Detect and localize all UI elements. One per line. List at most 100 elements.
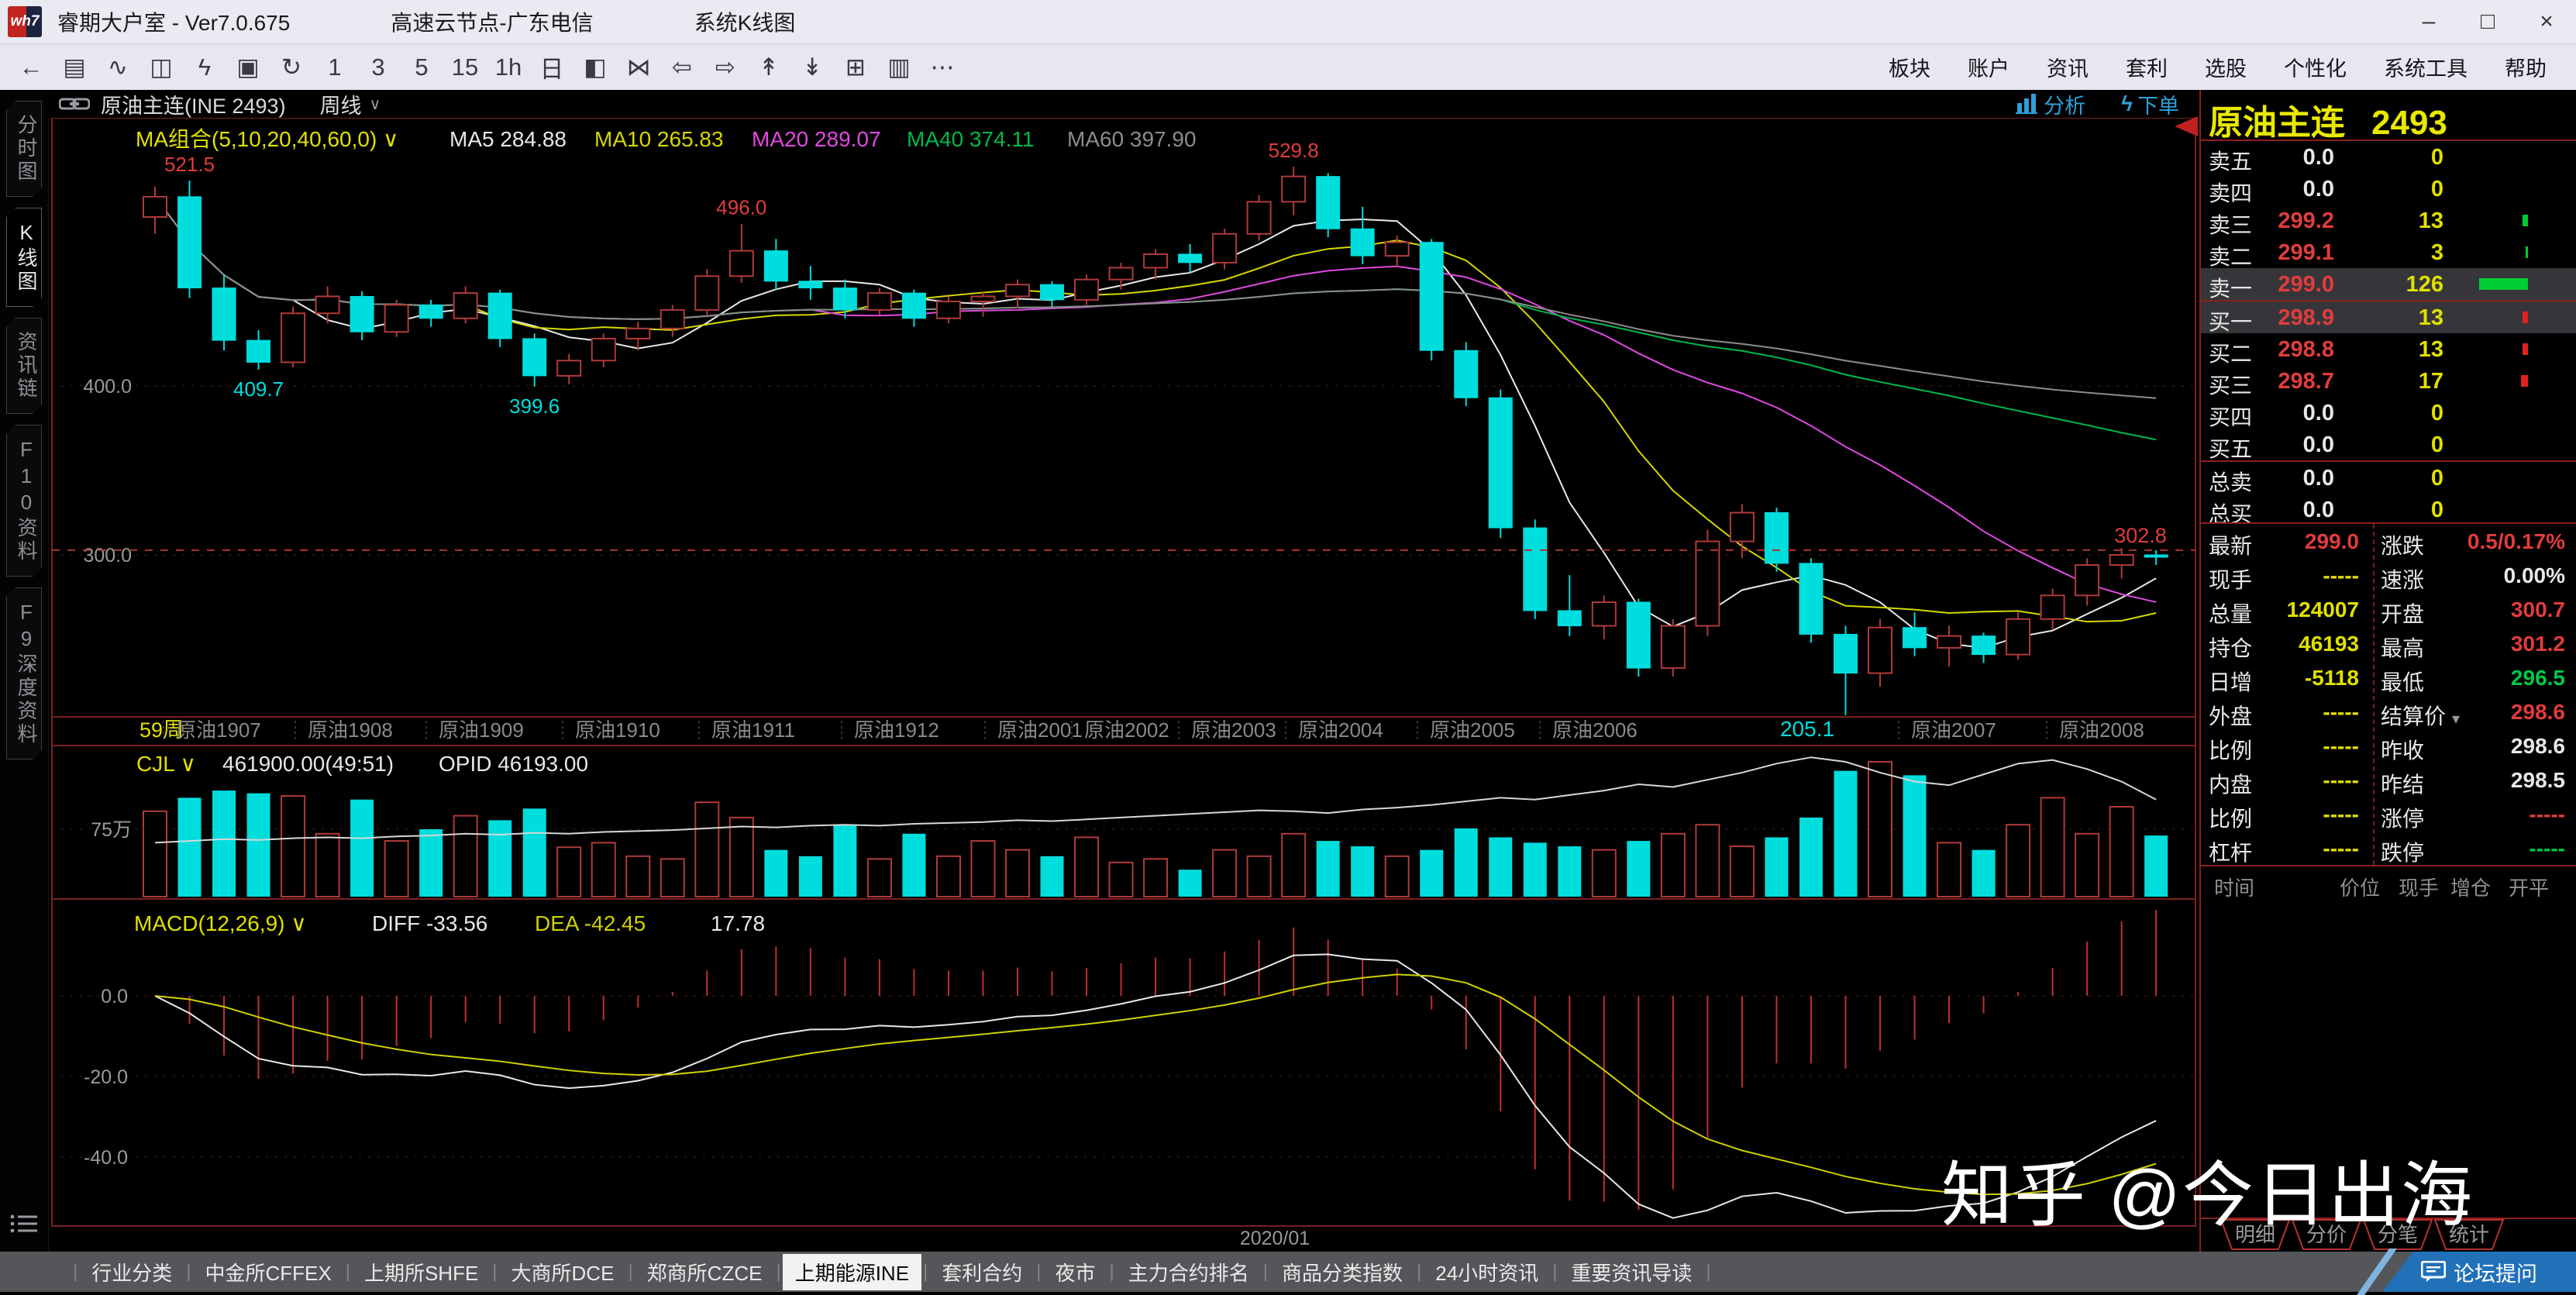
zoom-out-icon[interactable]: ↡ bbox=[790, 49, 834, 86]
book-row[interactable]: 买三298.717 bbox=[2201, 365, 2576, 397]
chart-text: 原油1912 bbox=[854, 718, 939, 742]
kline-chart-canvas[interactable]: 400.0300.0521.5409.7399.6496.0529.8205.1… bbox=[48, 118, 2199, 1252]
book-row-price: 0.0 bbox=[2303, 466, 2334, 491]
flash-order-icon[interactable]: ϟ bbox=[183, 49, 226, 86]
period-15min-button[interactable]: 15 bbox=[443, 49, 487, 86]
save-icon[interactable]: ▣ bbox=[226, 49, 270, 86]
book-row-label: 卖五 bbox=[2209, 145, 2252, 176]
chevron-down-icon[interactable]: ∨ bbox=[370, 95, 381, 114]
book-row-bar bbox=[2523, 343, 2528, 355]
chart-text: 0.0 bbox=[101, 986, 128, 1007]
chart-text: MACD(12,26,9) ∨ bbox=[134, 911, 307, 935]
chart-text: -40.0 bbox=[84, 1147, 128, 1169]
menu-arbitrage[interactable]: 套利 bbox=[2107, 52, 2186, 82]
bottom-tab-重要资讯导读[interactable]: 重要资讯导读 bbox=[1558, 1254, 1704, 1290]
bottom-tab-夜市[interactable]: 夜市 bbox=[1043, 1254, 1108, 1290]
sidebar-tab-f9-depth[interactable]: F9深度资料 bbox=[6, 587, 42, 759]
stat-value: 296.5 bbox=[2511, 666, 2565, 691]
bottom-tab-中金所CFFEX[interactable]: 中金所CFFEX bbox=[192, 1254, 343, 1290]
book-row[interactable]: 总买0.00 bbox=[2201, 494, 2576, 525]
book-row[interactable]: 买四0.00 bbox=[2201, 397, 2576, 429]
cascade-icon[interactable]: ▥ bbox=[877, 49, 921, 86]
book-row[interactable]: 卖五0.00 bbox=[2201, 141, 2576, 173]
bottom-tab-郑商所CZCE[interactable]: 郑商所CZCE bbox=[635, 1254, 775, 1290]
menu-list-icon[interactable] bbox=[9, 1212, 39, 1239]
panel-code: 2493 bbox=[2371, 104, 2447, 142]
sidebar-tab-news-chain[interactable]: 资讯链 bbox=[6, 318, 42, 414]
tab-separator: | bbox=[1415, 1261, 1423, 1283]
chart-text: MA组合(5,10,20,40,60,0) ∨ bbox=[136, 127, 399, 151]
menu-board[interactable]: 板块 bbox=[1870, 52, 1949, 82]
more-icon[interactable]: ⋯ bbox=[921, 49, 964, 86]
bottom-tab-上期所SHFE[interactable]: 上期所SHFE bbox=[352, 1254, 491, 1290]
grid-layout-icon[interactable]: ⊞ bbox=[834, 49, 877, 86]
sidebar-tab-f10[interactable]: F10资料 bbox=[6, 425, 42, 577]
close-button[interactable]: × bbox=[2517, 1, 2576, 43]
compress-icon[interactable]: ◧ bbox=[573, 49, 617, 86]
scroll-left-icon[interactable]: ⇦ bbox=[660, 49, 704, 86]
book-row[interactable]: 卖四0.00 bbox=[2201, 173, 2576, 205]
chart-text: 原油2001 bbox=[997, 718, 1083, 742]
stat-row: 内盘-----昨结298.5 bbox=[2201, 763, 2576, 797]
minimize-button[interactable]: – bbox=[2399, 1, 2458, 43]
period-3min-button[interactable]: 3 bbox=[356, 49, 400, 86]
bottom-tab-套利合约[interactable]: 套利合约 bbox=[929, 1254, 1035, 1290]
bottom-tab-商品分类指数[interactable]: 商品分类指数 bbox=[1269, 1254, 1415, 1290]
stat-label: 杠杆 bbox=[2209, 836, 2252, 867]
book-row[interactable]: 卖二299.13 bbox=[2201, 236, 2576, 268]
tape-column-header: 时间 bbox=[2214, 873, 2254, 901]
period-day-button[interactable]: 日 bbox=[530, 49, 573, 86]
menu-help[interactable]: 帮助 bbox=[2486, 52, 2565, 82]
order-button[interactable]: ϟ 下单 bbox=[2121, 89, 2179, 119]
bottom-tab-行业分类[interactable]: 行业分类 bbox=[79, 1254, 184, 1290]
stat-value: 0.00% bbox=[2504, 563, 2565, 588]
chart-text: OPID 46193.00 bbox=[439, 752, 588, 776]
chart-text: 原油2003 bbox=[1191, 718, 1276, 742]
stat-label: 比例 bbox=[2209, 734, 2252, 765]
link-icon bbox=[59, 95, 90, 112]
quote-list-icon[interactable]: ▤ bbox=[53, 49, 96, 86]
menu-bar: 板块账户资讯套利选股个性化系统工具帮助 bbox=[1870, 52, 2565, 82]
sidebar-tab-time-chart[interactable]: 分时图 bbox=[6, 101, 42, 197]
stat-value: 0.5/0.17% bbox=[2468, 529, 2565, 554]
bottom-tab-24小时资讯[interactable]: 24小时资讯 bbox=[1423, 1254, 1551, 1290]
kline-icon[interactable]: ◫ bbox=[139, 49, 183, 86]
stat-label: 比例 bbox=[2209, 802, 2252, 833]
dropdown-icon[interactable]: ▾ bbox=[2452, 711, 2460, 728]
period-selector[interactable]: 周线 bbox=[320, 89, 362, 119]
menu-system-tools[interactable]: 系统工具 bbox=[2365, 52, 2486, 82]
book-row[interactable]: 买二298.813 bbox=[2201, 333, 2576, 365]
scroll-right-icon[interactable]: ⇨ bbox=[704, 49, 747, 86]
back-icon[interactable]: ← bbox=[9, 49, 53, 86]
book-row[interactable]: 卖一299.0126 bbox=[2201, 268, 2576, 300]
menu-account[interactable]: 账户 bbox=[1949, 52, 2028, 82]
period-1hour-button[interactable]: 1h bbox=[487, 49, 530, 86]
stat-label: 总量 bbox=[2209, 598, 2252, 629]
time-share-icon[interactable]: ∿ bbox=[96, 49, 139, 86]
chart-text: 原油1908 bbox=[308, 718, 393, 742]
sidebar-tab-kline[interactable]: K线图 bbox=[6, 208, 42, 307]
period-5min-button[interactable]: 5 bbox=[400, 49, 443, 86]
stat-row: 最新299.0涨跌0.5/0.17% bbox=[2201, 524, 2576, 558]
book-row[interactable]: 卖三299.213 bbox=[2201, 205, 2576, 236]
bottom-tab-大商所DCE[interactable]: 大商所DCE bbox=[499, 1254, 627, 1290]
analyze-button[interactable]: 分析 bbox=[2016, 89, 2085, 119]
bottom-tab-主力合约排名[interactable]: 主力合约排名 bbox=[1116, 1254, 1262, 1290]
refresh-icon[interactable]: ↻ bbox=[270, 49, 313, 86]
menu-news[interactable]: 资讯 bbox=[2028, 52, 2107, 82]
menu-personalize[interactable]: 个性化 bbox=[2265, 52, 2365, 82]
forum-ask-button[interactable]: 论坛提问 bbox=[2382, 1252, 2576, 1292]
book-row[interactable]: 总卖0.00 bbox=[2201, 460, 2576, 494]
menu-stock-pick[interactable]: 选股 bbox=[2186, 52, 2265, 82]
zoom-in-icon[interactable]: ↟ bbox=[747, 49, 790, 86]
period-1min-button[interactable]: 1 bbox=[313, 49, 356, 86]
chart-text: -20.0 bbox=[84, 1066, 128, 1088]
book-row[interactable]: 买一298.913 bbox=[2201, 300, 2576, 333]
book-row-label: 卖一 bbox=[2209, 272, 2252, 303]
expand-icon[interactable]: ⋈ bbox=[617, 49, 660, 86]
stat-value: ----- bbox=[2323, 563, 2359, 588]
book-row[interactable]: 买五0.00 bbox=[2201, 429, 2576, 460]
stat-row: 持仓46193最高301.2 bbox=[2201, 626, 2576, 660]
maximize-button[interactable]: □ bbox=[2458, 1, 2517, 43]
bottom-tab-上期能源INE[interactable]: 上期能源INE bbox=[783, 1254, 921, 1290]
